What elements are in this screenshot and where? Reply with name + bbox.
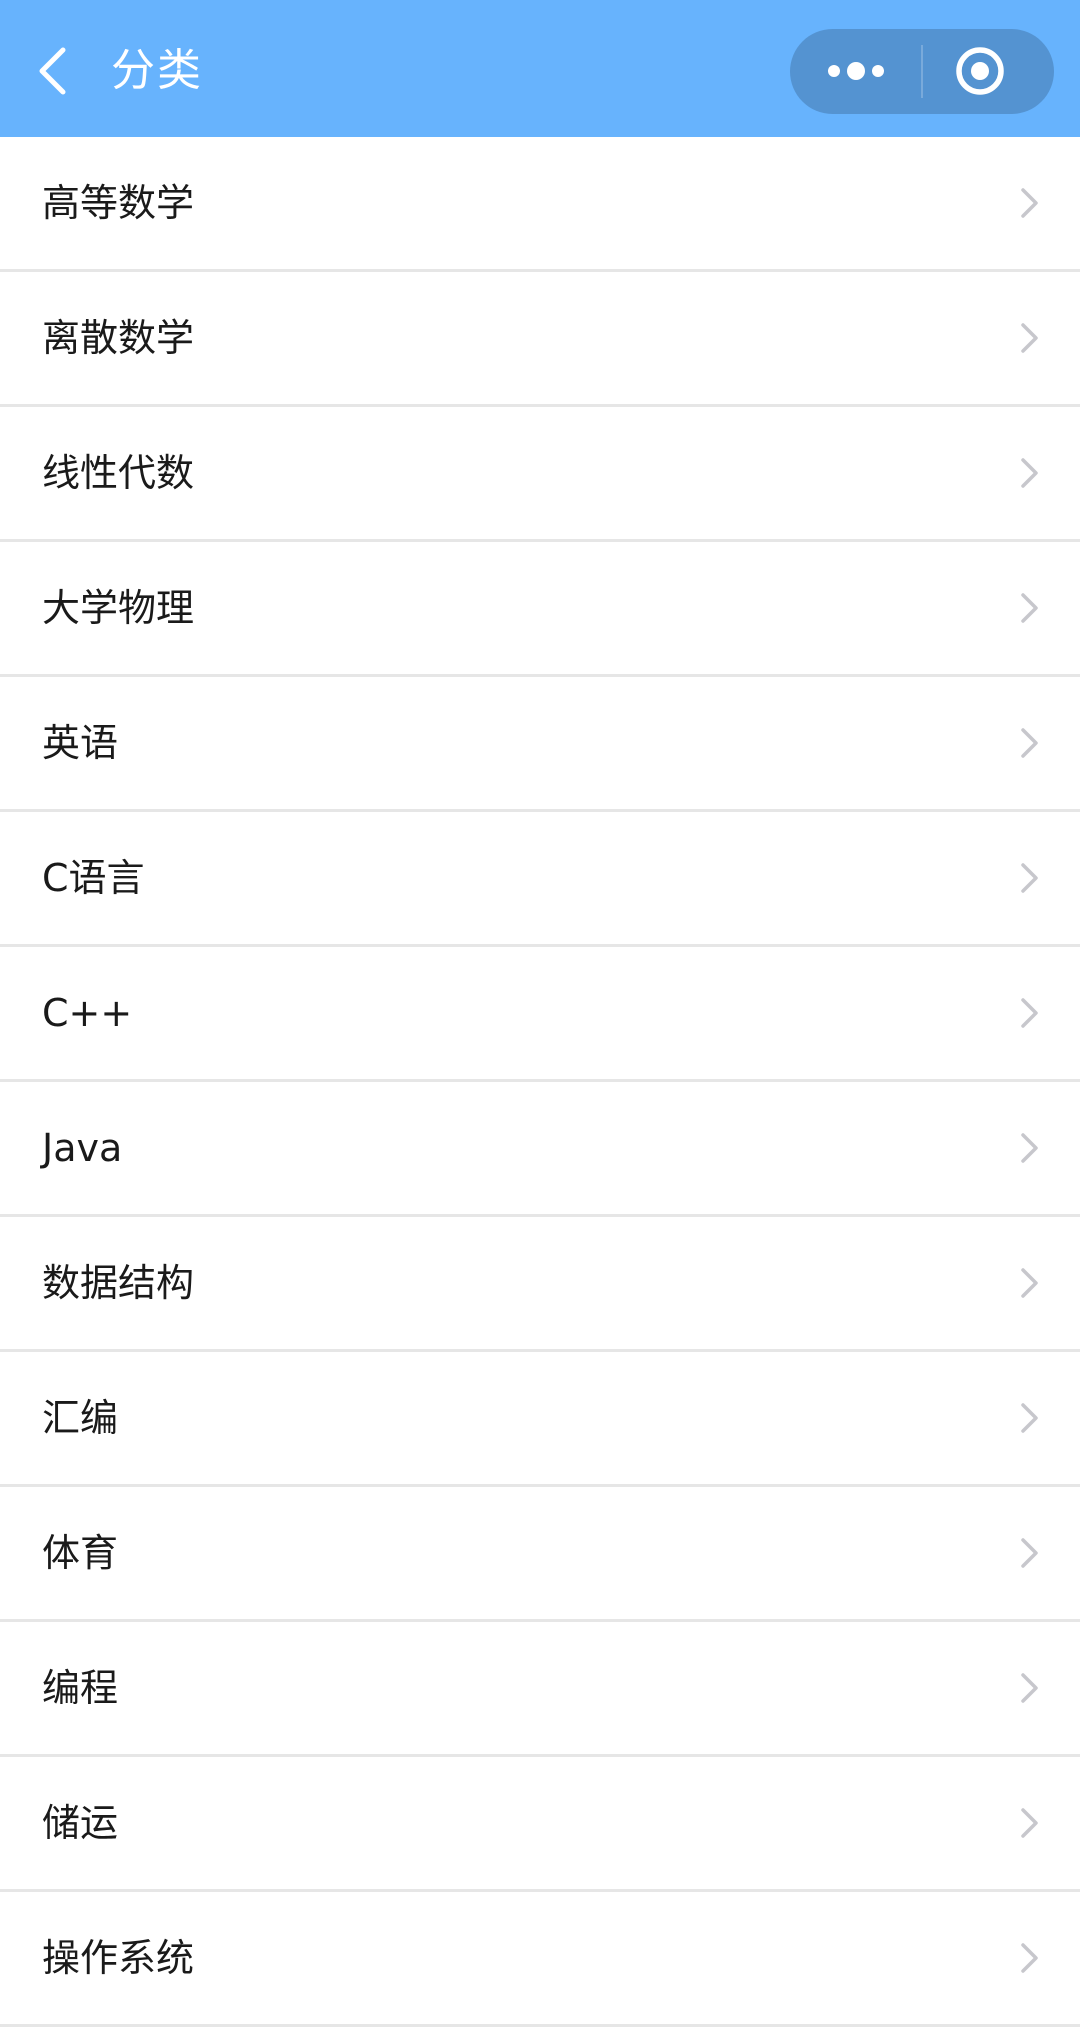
list-item-label: 大学物理: [42, 586, 195, 630]
chevron-right-icon: [1021, 1268, 1038, 1298]
page-title: 分类: [111, 45, 203, 96]
list-item[interactable]: 英语: [0, 677, 1080, 812]
chevron-right-icon: [1021, 1808, 1038, 1838]
chevron-right-icon: [1021, 1133, 1038, 1163]
chevron-right-icon: [1021, 1538, 1038, 1568]
list-item-label: 高等数学: [42, 181, 195, 225]
chevron-right-icon: [1021, 1943, 1038, 1973]
back-button[interactable]: [30, 40, 80, 102]
navigation-bar: 分类: [0, 0, 1080, 137]
list-item[interactable]: 大学物理: [0, 542, 1080, 677]
chevron-right-icon: [1021, 998, 1038, 1028]
list-item[interactable]: 储运: [0, 1757, 1080, 1892]
chevron-right-icon: [1021, 1673, 1038, 1703]
more-dots-icon: [828, 62, 884, 80]
chevron-right-icon: [1021, 323, 1038, 353]
list-item-label: 离散数学: [42, 316, 195, 360]
circle-target-icon: [956, 47, 1004, 95]
list-item[interactable]: 体育: [0, 1487, 1080, 1622]
list-item[interactable]: 操作系统: [0, 1892, 1080, 2027]
list-item-label: 线性代数: [42, 451, 195, 495]
chevron-right-icon: [1021, 1403, 1038, 1433]
list-item-label: 英语: [42, 721, 119, 765]
list-item[interactable]: Java: [0, 1082, 1080, 1217]
list-item-label: 汇编: [42, 1396, 119, 1440]
list-item[interactable]: 高等数学: [0, 137, 1080, 272]
chevron-left-icon: [39, 47, 66, 95]
list-item[interactable]: 离散数学: [0, 272, 1080, 407]
more-button[interactable]: [790, 29, 922, 114]
category-list: 高等数学离散数学线性代数大学物理英语 C语言 C++ Java 数据结构汇编体育编程储运…: [0, 137, 1080, 2027]
mini-program-capsule: [790, 29, 1054, 114]
list-item-label: 编程: [42, 1666, 119, 1710]
list-item[interactable]: 线性代数: [0, 407, 1080, 542]
list-item-label: C++: [42, 991, 133, 1035]
chevron-right-icon: [1021, 458, 1038, 488]
list-item[interactable]: C++: [0, 947, 1080, 1082]
list-item[interactable]: 汇编: [0, 1352, 1080, 1487]
close-button[interactable]: [923, 29, 1054, 114]
chevron-right-icon: [1021, 188, 1038, 218]
chevron-right-icon: [1021, 728, 1038, 758]
list-item[interactable]: C语言: [0, 812, 1080, 947]
list-item-label: 体育: [42, 1531, 119, 1575]
list-item-label: 操作系统: [42, 1936, 195, 1980]
list-item[interactable]: 编程: [0, 1622, 1080, 1757]
list-item-label: 储运: [42, 1801, 119, 1845]
list-item-label: 数据结构: [42, 1261, 195, 1305]
chevron-right-icon: [1021, 863, 1038, 893]
list-item-label: Java: [42, 1126, 123, 1170]
chevron-right-icon: [1021, 593, 1038, 623]
list-item-label: C语言: [42, 856, 145, 900]
list-item[interactable]: 数据结构: [0, 1217, 1080, 1352]
